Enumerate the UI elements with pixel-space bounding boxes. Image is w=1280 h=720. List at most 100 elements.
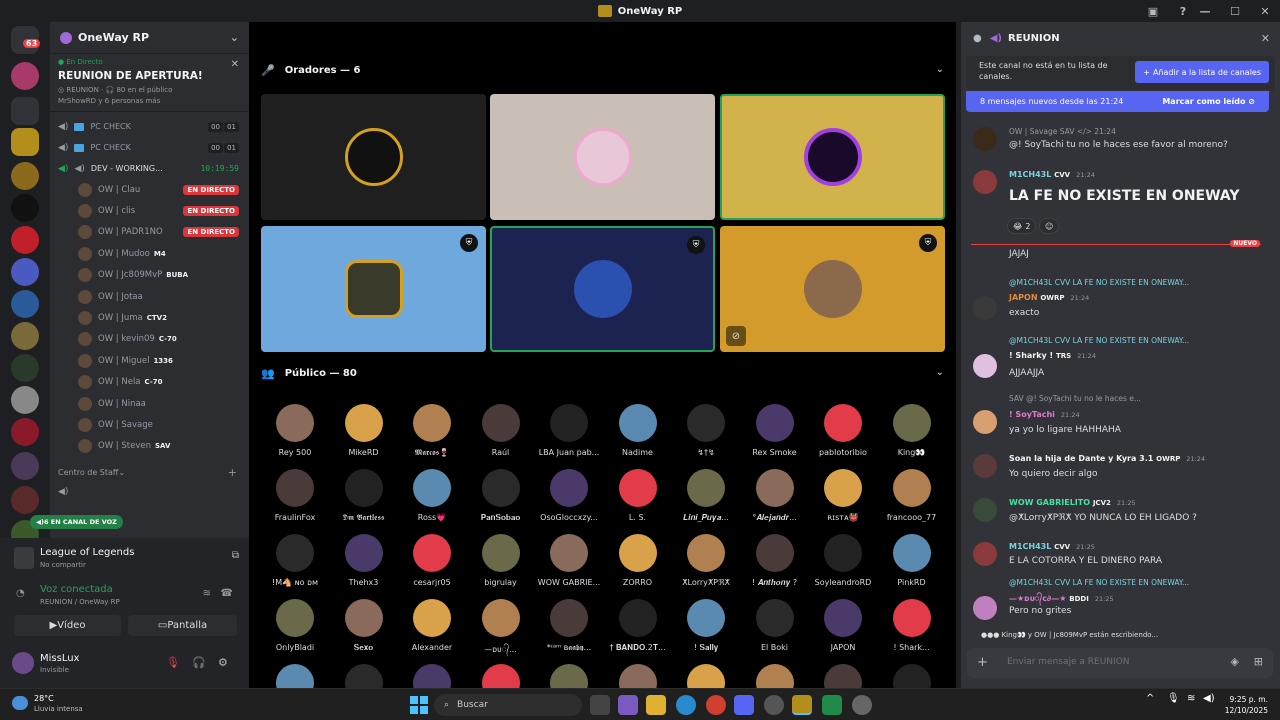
audience-member[interactable]: 𝑳𝒊𝒏𝒊_𝑷𝒖𝒚𝒂...: [672, 469, 740, 523]
audience-member[interactable]: [467, 664, 535, 688]
server-icon[interactable]: [11, 452, 39, 480]
speaker-tile-speaking[interactable]: ⛨: [490, 226, 715, 352]
audience-member[interactable]: WOW GABRIE...: [535, 534, 603, 587]
chevron-down-icon[interactable]: ⌄: [230, 31, 239, 44]
audience-member[interactable]: 𝕯𝖒 𝕭𝖆𝖗𝖙𝖑𝖊𝖘𝖘: [330, 469, 398, 523]
audience-member[interactable]: [878, 664, 946, 688]
headphones-icon[interactable]: 🎧: [192, 656, 206, 669]
discord-taskbar-icon[interactable]: [734, 695, 754, 715]
server-icon[interactable]: [11, 290, 39, 318]
voice-user[interactable]: OW | Jc809MvP BUBA: [50, 265, 249, 286]
disconnect-icon[interactable]: ☎: [221, 588, 233, 599]
audience-member[interactable]: L. S.: [604, 469, 672, 522]
chevron-down-icon[interactable]: ⌄: [936, 64, 944, 75]
audience-member[interactable]: [672, 664, 740, 688]
audience-member[interactable]: *ᶦᵃᵐ ʙ𝖆𝖆𝖇𝖞...: [535, 599, 603, 653]
server-icon[interactable]: [11, 418, 39, 446]
settings-gear-icon[interactable]: ⚙: [218, 656, 228, 669]
audience-member[interactable]: LBA Juan pab...: [535, 404, 603, 457]
audience-member[interactable]: OnlyBladi: [261, 599, 329, 652]
audience-member[interactable]: [604, 664, 672, 688]
audience-member[interactable]: 𝕸𝖆𝖗𝖈𝖔𝖘🍷: [398, 404, 466, 458]
server-icon[interactable]: [11, 258, 39, 286]
audience-member[interactable]: Thehx3: [330, 534, 398, 587]
activity-card[interactable]: League of Legends No compartir ⧉: [14, 544, 239, 574]
audience-member[interactable]: Rex Smoke: [741, 404, 809, 457]
server-icon[interactable]: [11, 386, 39, 414]
new-messages-bar[interactable]: 8 mensajes nuevos desde las 21:24 Marcar…: [966, 91, 1269, 112]
live-badge[interactable]: EN DIRECTO: [183, 227, 239, 238]
audience-member[interactable]: !M🐴 ɴᴏ ᴅᴍ: [261, 534, 329, 587]
audience-member[interactable]: [741, 664, 809, 688]
voice-channel-active[interactable]: ◀) ◀) DEV - WORKING... 10:19:59: [50, 158, 249, 179]
voice-user[interactable]: OW | clis EN DIRECTO: [50, 200, 249, 221]
audience-member[interactable]: —ᴅᴜ᭄...: [467, 599, 535, 658]
speaker-tile[interactable]: [261, 94, 486, 220]
author-name[interactable]: —★ᴅᴜ᭄ᴄ∂—★: [1009, 594, 1066, 603]
author-name[interactable]: M1CH43L: [1009, 170, 1051, 179]
server-icon[interactable]: [11, 486, 39, 514]
audience-member[interactable]: OsoGloccxzy...: [535, 469, 603, 522]
message-composer[interactable]: + Enviar mensaje a REUNION ◈ ⊞: [967, 648, 1273, 678]
minimize-button[interactable]: —: [1190, 0, 1220, 22]
audience-member[interactable]: [261, 664, 329, 688]
audience-member[interactable]: ↯†↯: [672, 404, 740, 457]
file-explorer-icon[interactable]: [646, 695, 666, 715]
audience-member[interactable]: cesarjr05: [398, 534, 466, 587]
mark-read-button[interactable]: Marcar como leído ⊘: [1162, 97, 1255, 106]
reply-reference[interactable]: SAV @! SoyTachi tu no le haces e...: [1009, 394, 1269, 403]
voice-user[interactable]: OW | Mudoo M4: [50, 243, 249, 264]
live-badge[interactable]: EN DIRECTO: [183, 206, 239, 217]
settings-icon[interactable]: [852, 695, 872, 715]
video-button[interactable]: ▶ Vídeo: [14, 615, 121, 636]
voice-user[interactable]: OW | Steven SAV: [50, 436, 249, 457]
audience-member[interactable]: King👀: [878, 404, 946, 457]
author-name[interactable]: M1CH43L: [1009, 542, 1051, 551]
close-icon[interactable]: ✕: [231, 59, 239, 70]
speaker-tile[interactable]: [490, 94, 715, 220]
reply-reference[interactable]: @M1CH43L CVV LA FE NO EXISTE EN ONEWAY..…: [1009, 578, 1269, 587]
server-icon[interactable]: [11, 226, 39, 254]
voice-user[interactable]: OW | Ninaa: [50, 393, 249, 414]
speaker-tile-speaking[interactable]: [720, 94, 945, 220]
chrome-icon[interactable]: [706, 695, 726, 715]
reply-reference[interactable]: @M1CH43L CVV LA FE NO EXISTE EN ONEWAY..…: [1009, 278, 1269, 287]
audience-member[interactable]: El Boki: [741, 599, 809, 652]
audience-member[interactable]: Nadime: [604, 404, 672, 457]
author-name[interactable]: WOW GABRIELITO: [1009, 498, 1090, 507]
sticker-icon[interactable]: ◈: [1231, 655, 1239, 668]
audience-member[interactable]: [398, 664, 466, 688]
live-badge[interactable]: EN DIRECTO: [183, 184, 239, 195]
audience-member[interactable]: 𝐒𝐞𝐱𝐨: [330, 599, 398, 653]
microphone-icon[interactable]: 🎙: [1167, 693, 1180, 704]
audience-member[interactable]: PinkRD: [878, 534, 946, 587]
author-name[interactable]: ! Sharky !: [1009, 351, 1053, 360]
audience-header[interactable]: 👥 Público — 80: [261, 363, 357, 383]
server-icon[interactable]: [11, 194, 39, 222]
voice-user[interactable]: OW | Jotaa: [50, 286, 249, 307]
speaker-tile[interactable]: ⛨ ⊘: [720, 226, 945, 352]
audience-member[interactable]: ZORRO: [604, 534, 672, 587]
taskbar-search[interactable]: ⌕ Buscar: [434, 694, 582, 716]
game-launcher-icon[interactable]: [792, 695, 812, 715]
server-icon[interactable]: [11, 162, 39, 190]
voice-channel[interactable]: ◀) PC CHECK 00 01: [50, 137, 249, 158]
audience-member[interactable]: ! 𝑨𝒏𝒕𝒉𝒐𝒏𝒚 ?: [741, 534, 809, 588]
audience-member[interactable]: [330, 664, 398, 688]
audience-member[interactable]: °𝑨𝒍𝒆𝒋𝒂𝒏𝒅𝒓...: [741, 469, 809, 523]
copilot-icon[interactable]: [618, 695, 638, 715]
maximize-button[interactable]: ☐: [1220, 0, 1250, 22]
audience-member[interactable]: SoyleandroRD: [809, 534, 877, 587]
close-window-button[interactable]: ✕: [1250, 0, 1280, 22]
audience-member[interactable]: ⵅLorryⵅPℜⵅ: [672, 534, 740, 587]
server-icon[interactable]: [11, 322, 39, 350]
audience-member[interactable]: 𝐏𝐚𝐧𝐒𝐨𝐛𝐚𝐨: [467, 469, 535, 523]
edge-icon[interactable]: [676, 695, 696, 715]
server-icon[interactable]: [11, 354, 39, 382]
screen-share-icon[interactable]: ⧉: [232, 550, 239, 561]
author-name[interactable]: Soan la hija de Dante y Kyra 3.1: [1009, 454, 1153, 463]
voice-user[interactable]: OW | PADR1NO EN DIRECTO: [50, 222, 249, 243]
audience-member[interactable]: FraulinFox: [261, 469, 329, 522]
apps-icon[interactable]: ⊞: [1254, 655, 1263, 668]
reply-reference[interactable]: @M1CH43L CVV LA FE NO EXISTE EN ONEWAY..…: [1009, 336, 1269, 345]
